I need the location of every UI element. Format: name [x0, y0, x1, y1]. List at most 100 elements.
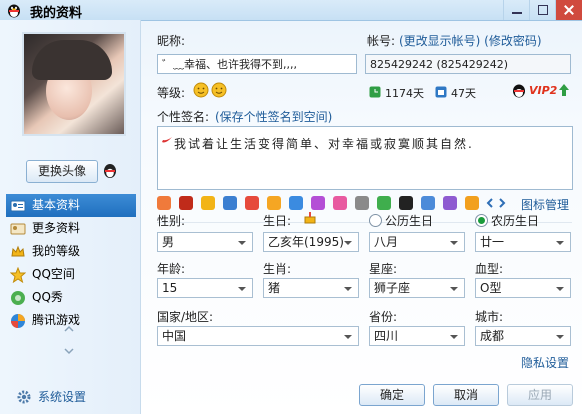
pet-icon[interactable]	[201, 196, 215, 210]
birthday-label: 生日:	[263, 214, 292, 228]
sidebar-item-label: 基本资料	[32, 198, 81, 212]
arrow-up-icon	[559, 84, 569, 96]
gender-select[interactable]: 男	[157, 232, 253, 252]
sidebar-item-label: 我的等级	[32, 244, 81, 258]
diamond-black-icon[interactable]	[355, 196, 369, 210]
nike-swoosh-icon	[162, 137, 172, 143]
city-select[interactable]: 成都	[475, 326, 571, 346]
sidebar-item-label: 更多资料	[32, 221, 81, 235]
days-online: 1174天	[385, 87, 424, 100]
shield-icon[interactable]	[223, 196, 237, 210]
chevron-left-icon[interactable]	[485, 198, 495, 208]
privacy-settings-link[interactable]: 隐私设置	[521, 354, 569, 371]
province-label: 省份:	[369, 310, 398, 324]
maximize-button[interactable]	[529, 0, 556, 20]
save-signature-link[interactable]: (保存个性签名到空间)	[215, 108, 332, 125]
apply-button[interactable]: 应用	[507, 384, 573, 406]
ok-button[interactable]: 确定	[359, 384, 425, 406]
signature-input[interactable]: 我试着让生活变得简单、对幸福或寂寞顺其自然.	[157, 126, 573, 190]
star-icon	[10, 267, 26, 283]
zodiac-select[interactable]: 猪	[263, 278, 359, 298]
window-title: 我的资料	[30, 6, 83, 21]
zodiac-label: 生肖:	[263, 262, 292, 276]
calendar-icon	[435, 86, 447, 98]
sidebar-item-more-info[interactable]: 更多资料	[6, 217, 136, 240]
avatar[interactable]	[22, 32, 126, 136]
level-label: 等级:	[157, 86, 186, 100]
system-settings-label: 系统设置	[38, 390, 87, 404]
account-label: 帐号:	[367, 34, 396, 48]
profile-window: 我的资料 更换头像 基本资料 更多资料 我的等级 QQ空间 QQ秀 腾讯游戏 系…	[0, 0, 582, 414]
penguin-icon[interactable]	[179, 196, 193, 210]
qq-game-icon[interactable]	[399, 196, 413, 210]
gender-label: 性别:	[157, 214, 186, 228]
province-select[interactable]: 四川	[369, 326, 465, 346]
nickname-input[interactable]: ゛﹏幸福、也许我得不到,,,,	[157, 54, 357, 74]
phone-icon[interactable]	[421, 196, 435, 210]
lunar-birthday-radio[interactable]	[475, 214, 488, 227]
sidebar-item-qq-show[interactable]: QQ秀	[6, 286, 136, 309]
sidebar-item-qq-zone[interactable]: QQ空间	[6, 263, 136, 286]
vip-badge[interactable]: VIP2	[529, 84, 557, 97]
main-panel: 昵称: ゛﹏幸福、也许我得不到,,,, 帐号: (更改显示帐号) (修改密码) …	[141, 20, 582, 414]
birth-day-select[interactable]: 廿一	[475, 232, 571, 252]
games-icon	[11, 314, 25, 328]
blood-type-label: 血型:	[475, 262, 504, 276]
diamond-yellow-icon[interactable]	[267, 196, 281, 210]
close-button[interactable]	[555, 0, 582, 20]
sidebar-nav: 基本资料 更多资料 我的等级 QQ空间 QQ秀 腾讯游戏	[6, 194, 136, 332]
solar-birthday-label: 公历生日	[385, 214, 434, 228]
diamond-green-icon[interactable]	[377, 196, 391, 210]
chevron-right-icon[interactable]	[497, 198, 507, 208]
penguin-edit-icon[interactable]	[102, 161, 118, 179]
cancel-button[interactable]: 取消	[433, 384, 499, 406]
city-label: 城市:	[475, 310, 504, 324]
solar-birthday-radio[interactable]	[369, 214, 382, 227]
sun-level-icon	[211, 82, 227, 98]
crown-icon	[11, 245, 25, 257]
system-settings-link[interactable]: 系统设置	[16, 388, 86, 406]
signature-text: 我试着让生活变得简单、对幸福或寂寞顺其自然.	[174, 137, 474, 151]
blood-type-select[interactable]: O型	[475, 278, 571, 298]
chevron-up-icon[interactable]	[64, 324, 74, 334]
qq-penguin-icon	[8, 4, 20, 18]
diamond-purple-icon[interactable]	[311, 196, 325, 210]
account-field: 825429242 (825429242)	[365, 54, 571, 74]
birth-year-select[interactable]: 乙亥年(1995)	[263, 232, 359, 252]
country-select[interactable]: 中国	[157, 326, 359, 346]
icon-manage-link[interactable]: 图标管理	[521, 196, 569, 213]
diamond-pink-icon[interactable]	[333, 196, 347, 210]
nickname-label: 昵称:	[157, 34, 186, 48]
sidebar-item-basic-info[interactable]: 基本资料	[6, 194, 136, 217]
sidebar-item-label: QQ空间	[32, 267, 75, 281]
book-icon[interactable]	[465, 196, 479, 210]
diamond-red-icon[interactable]	[245, 196, 259, 210]
change-avatar-button[interactable]: 更换头像	[26, 160, 98, 183]
sun-level-icon	[193, 82, 209, 98]
diamond-blue-icon[interactable]	[289, 196, 303, 210]
constellation-select[interactable]: 狮子座	[369, 278, 465, 298]
minimize-button[interactable]	[503, 0, 530, 20]
gear-icon	[17, 390, 31, 404]
title-bar[interactable]: 我的资料	[0, 0, 582, 21]
clock-icon	[369, 86, 381, 98]
days-active: 47天	[451, 87, 476, 100]
chevron-down-icon[interactable]	[64, 346, 74, 356]
lunar-birthday-label: 农历生日	[491, 214, 540, 228]
qq-penguin-icon	[513, 84, 525, 98]
sidebar-item-label: QQ秀	[32, 290, 63, 304]
age-select[interactable]: 15	[157, 278, 253, 298]
sidebar: 更换头像 基本资料 更多资料 我的等级 QQ空间 QQ秀 腾讯游戏 系统设置	[0, 20, 141, 414]
constellation-label: 星座:	[369, 262, 398, 276]
heart-icon[interactable]	[157, 196, 171, 210]
signature-label: 个性签名:	[157, 110, 210, 124]
id-card-icon	[10, 200, 26, 212]
sidebar-item-my-level[interactable]: 我的等级	[6, 240, 136, 263]
country-label: 国家/地区:	[157, 310, 214, 324]
qq-show-icon	[11, 291, 25, 305]
account-links[interactable]: (更改显示帐号) (修改密码)	[399, 32, 542, 49]
age-label: 年龄:	[157, 262, 186, 276]
birth-month-select[interactable]: 八月	[369, 232, 465, 252]
music-icon[interactable]	[443, 196, 457, 210]
profile-card-icon	[10, 223, 26, 235]
